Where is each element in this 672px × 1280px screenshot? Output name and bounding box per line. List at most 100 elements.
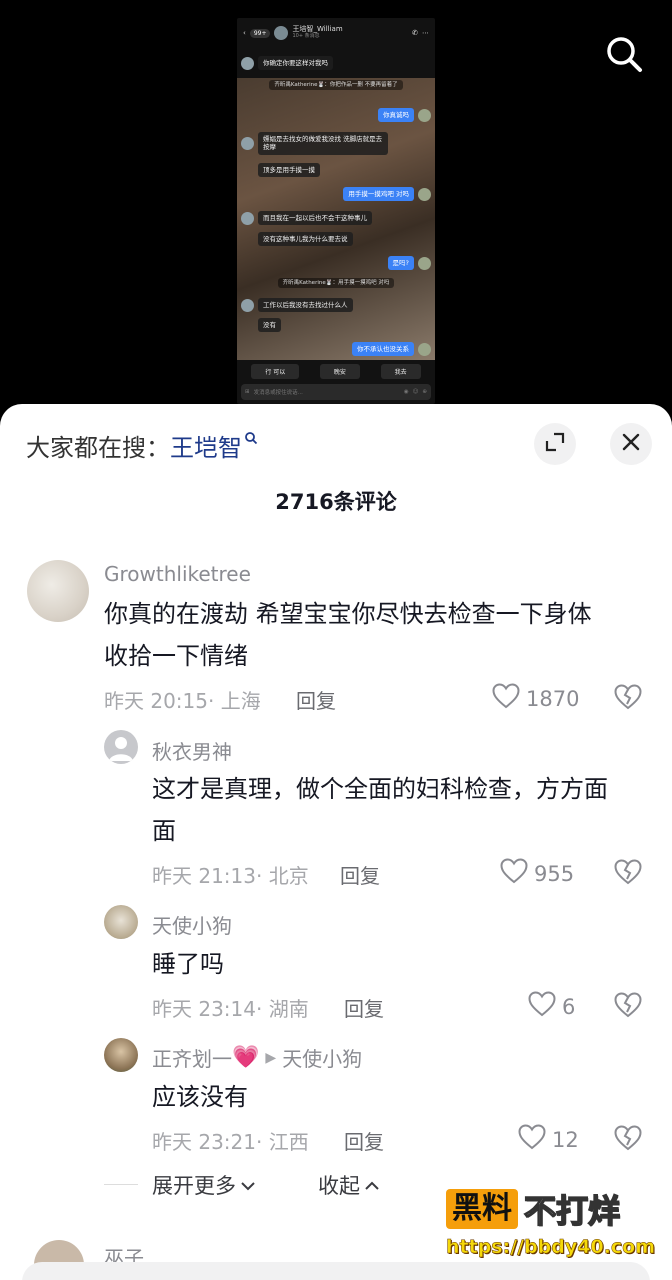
reply-button[interactable]: 回复 (344, 993, 384, 1022)
phone-icon: ✆ (412, 29, 418, 37)
comment-location: · 江西 (256, 1130, 309, 1154)
dislike-icon[interactable] (614, 1125, 642, 1155)
chat-message: 没有 (241, 318, 431, 333)
close-icon (621, 432, 641, 456)
chat-system-message: 齐昕禹Katherine🐰：你把作品一删 不要再留着了 (237, 80, 435, 90)
comment-time: 昨天 23:14 (152, 997, 256, 1021)
avatar[interactable] (104, 1038, 138, 1072)
comment-username[interactable]: 天使小狗 (152, 910, 232, 939)
video-player[interactable]: ‹ 99+ 王培智_William 10+ 条消息 ✆ ⋯ 你确定你要这样对我吗… (0, 0, 672, 420)
dislike-icon[interactable] (614, 992, 642, 1022)
reply-button[interactable]: 回复 (296, 685, 336, 714)
like-button[interactable]: 12 (518, 1124, 579, 1155)
close-button[interactable] (610, 423, 652, 465)
like-count: 12 (552, 1127, 579, 1152)
plus-icon: ⊕ (422, 389, 427, 395)
reply-arrow-icon: ▶ (265, 1049, 277, 1066)
divider (104, 1184, 138, 1185)
expand-more-label: 展开更多 (152, 1174, 236, 1198)
heart-icon (518, 1124, 546, 1155)
chat-system-message: 齐昕禹Katherine🐰：用手摸一摸鸡吧 对吗 (237, 278, 435, 288)
emoji-icon: ☺ (412, 389, 419, 395)
voice-icon: ◉ (403, 389, 409, 395)
like-button[interactable]: 6 (528, 991, 575, 1022)
comment-location: · 湖南 (256, 997, 309, 1021)
comment-text-line: 收拾一下情绪 (104, 642, 248, 670)
comments-sheet: 大家都在搜： 王垲智 2716条评论 Growthliketree 你真的在渡劫… (0, 404, 672, 1280)
unread-badge: 99+ (249, 28, 271, 38)
comment-text-line: 面 (152, 817, 176, 845)
chat-input-bar: ⊞ 发消息或按住说话... ◉ ☺ ⊕ (241, 384, 431, 400)
comment-time: 昨天 23:21 (152, 1130, 256, 1154)
heart-emoji-icon: 💗 (232, 1045, 260, 1070)
grid-icon: ⊞ (245, 389, 250, 395)
chevron-up-icon (364, 1173, 380, 1197)
chat-message: 而且我在一起以后也不会干这种事儿 (241, 211, 431, 226)
dislike-icon[interactable] (614, 684, 642, 714)
collapse-button[interactable]: 收起 (318, 1170, 380, 1200)
watermark-url: https://bbdy40.com (446, 1236, 656, 1259)
reply-button[interactable]: 回复 (340, 860, 380, 889)
like-button[interactable]: 955 (500, 858, 574, 889)
comment-time: 昨天 20:15 (104, 689, 208, 713)
chat-message: 你确定你要这样对我吗 (241, 56, 431, 71)
contact-subtitle: 10+ 条消息 (292, 33, 320, 40)
reply-button[interactable]: 回复 (344, 1126, 384, 1155)
collapse-label: 收起 (318, 1174, 360, 1198)
like-count: 6 (562, 994, 576, 1019)
contact-avatar (274, 26, 289, 40)
reply-to-username[interactable]: 天使小狗 (282, 1043, 362, 1072)
quick-reply: 行 可以 (251, 364, 300, 379)
avatar[interactable] (104, 905, 138, 939)
hot-search-keyword[interactable]: 王垲智 (170, 428, 242, 463)
comment-text-line: 这才是真理，做个全面的妇科检查，方方面 (152, 775, 608, 803)
comment-input-bar[interactable] (22, 1262, 650, 1280)
comment-username[interactable]: Growthliketree (104, 562, 251, 586)
search-small-icon (244, 430, 258, 449)
video-frame-chat-screenshot: ‹ 99+ 王培智_William 10+ 条消息 ✆ ⋯ 你确定你要这样对我吗… (237, 18, 435, 404)
watermark-logo: 黑料 (446, 1189, 518, 1229)
chat-input-placeholder: 发消息或按住说话... (253, 390, 303, 396)
comment-location: · 北京 (256, 864, 309, 888)
watermark: 黑料 不打烊 https://bbdy40.com (446, 1186, 656, 1258)
chat-message: 工作以后我没有去找过什么人 (241, 298, 431, 313)
comment-time: 昨天 21:13 (152, 864, 256, 888)
comment-text-line: 你真的在渡劫 希望宝宝你尽快去检查一下身体 (104, 600, 592, 628)
quick-reply: 晚安 (319, 364, 360, 379)
avatar[interactable] (27, 560, 89, 622)
comment-username[interactable]: 正齐划一 (152, 1043, 232, 1072)
chat-quick-replies: 行 可以 晚安 我去 (237, 364, 435, 379)
search-icon[interactable] (604, 34, 644, 74)
avatar[interactable] (104, 730, 138, 764)
heart-icon (492, 683, 520, 714)
chat-message: 嫖娼是去找女的做爱我没找 洗脚店就是去按摩 (241, 132, 431, 155)
expand-button[interactable] (534, 423, 576, 465)
chat-message: 没有这种事儿我为什么要去说 (241, 232, 431, 247)
hot-search-bar[interactable]: 大家都在搜： 王垲智 (26, 428, 258, 463)
comment-username[interactable]: 秋衣男神 (152, 736, 232, 765)
chat-message: 用手摸一摸鸡吧 对吗 (241, 187, 431, 202)
chevron-down-icon (240, 1173, 256, 1197)
quick-reply: 我去 (380, 364, 421, 379)
chat-message: 顶多是用手摸一摸 (241, 163, 431, 178)
hot-search-label: 大家都在搜： (26, 434, 170, 462)
more-icon: ⋯ (422, 29, 429, 37)
heart-icon (528, 991, 556, 1022)
chat-message: 你真诚吗 (241, 108, 431, 123)
back-icon: ‹ (243, 29, 246, 37)
comment-location: · 上海 (208, 689, 261, 713)
dislike-icon[interactable] (614, 859, 642, 889)
like-count: 955 (534, 861, 575, 886)
expand-more-button[interactable]: 展开更多 (152, 1170, 256, 1200)
expand-icon (544, 431, 566, 457)
comment-text: 应该没有 (152, 1083, 248, 1111)
chat-header: ‹ 99+ 王培智_William 10+ 条消息 ✆ ⋯ (237, 18, 435, 48)
like-button[interactable]: 1870 (492, 683, 579, 714)
heart-icon (500, 858, 528, 889)
comment-count: 2716条评论 (275, 490, 397, 514)
comment-text: 睡了吗 (152, 950, 224, 978)
like-count: 1870 (526, 686, 580, 711)
chat-message: 你不承认也没关系 (241, 342, 431, 357)
chat-message: 是吗? (241, 256, 431, 271)
watermark-text: 不打烊 (523, 1191, 621, 1231)
